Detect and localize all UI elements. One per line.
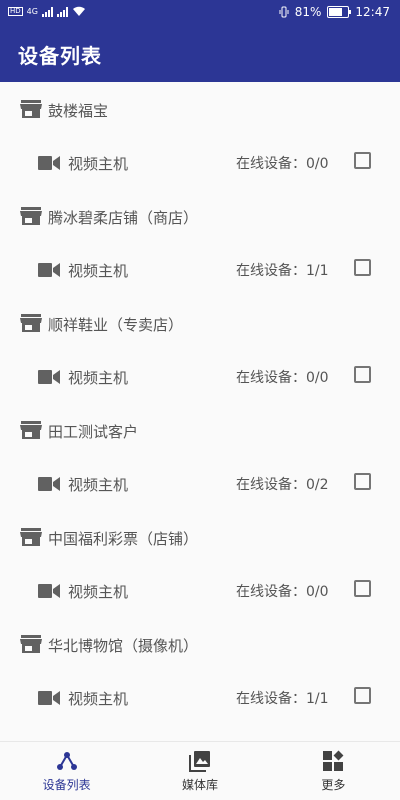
device-list: 鼓楼福宝 视频主机 在线设备：0/0 腾冰碧柔店铺（商店） 视频主机 在线设备：1/1 顺祥… — [0, 82, 400, 724]
video-camera-icon — [38, 690, 60, 706]
device-tree-icon — [56, 752, 77, 770]
hd-badge: HD — [8, 7, 23, 16]
store-icon — [20, 528, 42, 546]
bottom-navigation: 设备列表 媒体库 更多 — [0, 741, 400, 800]
device-checkbox[interactable] — [354, 687, 371, 704]
nav-more-label: 更多 — [321, 778, 346, 792]
device-row[interactable]: 视频主机 在线设备：1/1 — [0, 243, 400, 296]
video-camera-icon — [38, 476, 60, 492]
battery-percent: 81% — [294, 5, 322, 19]
device-checkbox[interactable] — [354, 152, 371, 169]
device-label: 视频主机 — [68, 690, 129, 708]
online-device-status: 在线设备：0/0 — [236, 584, 329, 600]
store-group-row[interactable]: 腾冰碧柔店铺（商店） — [0, 189, 400, 243]
battery-icon — [327, 6, 352, 18]
store-group-row[interactable]: 中国福利彩票（店铺） — [0, 510, 400, 564]
network-type: 4G — [26, 7, 38, 16]
app-bar: 设备列表 — [0, 26, 400, 82]
video-camera-icon — [38, 369, 60, 385]
online-device-status: 在线设备：0/0 — [236, 370, 329, 386]
nav-media-library-label: 媒体库 — [181, 778, 218, 792]
store-group-name: 中国福利彩票（店铺） — [48, 530, 199, 548]
device-checkbox[interactable] — [354, 259, 371, 276]
online-device-status: 在线设备：0/0 — [236, 156, 329, 172]
vibrate-icon — [279, 6, 289, 18]
nav-media-library[interactable]: 媒体库 — [133, 742, 266, 800]
wifi-icon — [72, 6, 85, 16]
device-row[interactable]: 视频主机 在线设备：0/2 — [0, 457, 400, 510]
clock: 12:47 — [355, 5, 390, 19]
online-device-status: 在线设备：0/2 — [236, 477, 329, 493]
nav-device-list-label: 设备列表 — [42, 778, 91, 792]
status-bar-left: HD 4G — [8, 6, 86, 17]
device-label: 视频主机 — [68, 262, 129, 280]
device-checkbox[interactable] — [354, 366, 371, 383]
store-group-row[interactable]: 田工测试客户 — [0, 403, 400, 457]
store-group-name: 腾冰碧柔店铺（商店） — [48, 209, 199, 227]
store-group-name: 田工测试客户 — [48, 423, 139, 441]
status-bar-right: 81% 12:47 — [279, 5, 390, 19]
store-group-row[interactable]: 顺祥鞋业（专卖店） — [0, 296, 400, 350]
store-icon — [20, 207, 42, 225]
store-group-row[interactable]: 华北博物馆（摄像机） — [0, 617, 400, 671]
signal-icon — [41, 6, 53, 17]
online-device-status: 在线设备：1/1 — [236, 691, 329, 707]
store-icon — [20, 100, 42, 118]
more-apps-icon — [323, 750, 344, 771]
store-group-name: 顺祥鞋业（专卖店） — [48, 316, 184, 334]
device-label: 视频主机 — [68, 369, 129, 387]
video-camera-icon — [38, 155, 60, 171]
device-row[interactable]: 视频主机 在线设备：0/0 — [0, 136, 400, 189]
device-checkbox[interactable] — [354, 473, 371, 490]
store-group-name: 华北博物馆（摄像机） — [48, 637, 199, 655]
nav-more[interactable]: 更多 — [267, 742, 400, 800]
nav-device-list[interactable]: 设备列表 — [0, 742, 133, 800]
status-bar: HD 4G 81% 12:47 — [0, 0, 400, 26]
video-camera-icon — [38, 583, 60, 599]
media-library-icon — [188, 751, 210, 772]
video-camera-icon — [38, 262, 60, 278]
device-row[interactable]: 视频主机 在线设备：1/1 — [0, 671, 400, 724]
page-title: 设备列表 — [18, 44, 102, 68]
online-device-status: 在线设备：1/1 — [236, 263, 329, 279]
device-label: 视频主机 — [68, 476, 129, 494]
store-icon — [20, 421, 42, 439]
store-group-name: 鼓楼福宝 — [48, 102, 109, 120]
store-icon — [20, 635, 42, 653]
store-group-row[interactable]: 鼓楼福宝 — [0, 82, 400, 136]
device-row[interactable]: 视频主机 在线设备：0/0 — [0, 350, 400, 403]
device-row[interactable]: 视频主机 在线设备：0/0 — [0, 564, 400, 617]
signal-icon-2 — [56, 6, 68, 17]
device-label: 视频主机 — [68, 155, 129, 173]
device-label: 视频主机 — [68, 583, 129, 601]
store-icon — [20, 314, 42, 332]
battery-fill — [329, 8, 343, 16]
device-checkbox[interactable] — [354, 580, 371, 597]
